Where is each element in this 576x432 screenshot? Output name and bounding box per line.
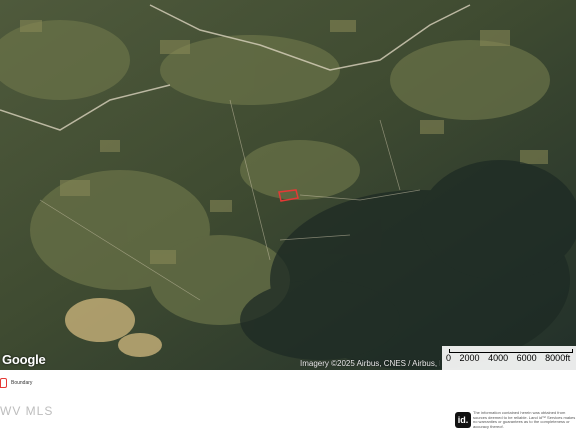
satellite-map[interactable]: Google Imagery ©2025 Airbus, CNES / Airb… [0, 0, 576, 370]
scale-tick: 8000ft [545, 353, 571, 363]
mls-source-label: WV MLS [0, 404, 54, 418]
scale-tick: 4000 [488, 353, 509, 363]
satellite-imagery [0, 0, 576, 370]
map-legend: Boundary [0, 377, 32, 389]
google-logo: Google [2, 352, 46, 367]
scale-tick: 2000 [459, 353, 480, 363]
boundary-icon [0, 378, 7, 388]
map-attribution: Imagery ©2025 Airbus, CNES / Airbus, Lan… [300, 359, 440, 368]
scale-bar: 0 2000 4000 6000 8000ft [442, 346, 576, 370]
scale-tick: 0 [446, 353, 452, 363]
scale-tick: 6000 [516, 353, 537, 363]
scale-tick-labels: 0 2000 4000 6000 8000ft [446, 353, 576, 363]
disclaimer-text: The information contained herein was obt… [473, 410, 576, 429]
legend-label: Boundary [11, 380, 33, 386]
land-id-logo: id. [455, 412, 471, 428]
